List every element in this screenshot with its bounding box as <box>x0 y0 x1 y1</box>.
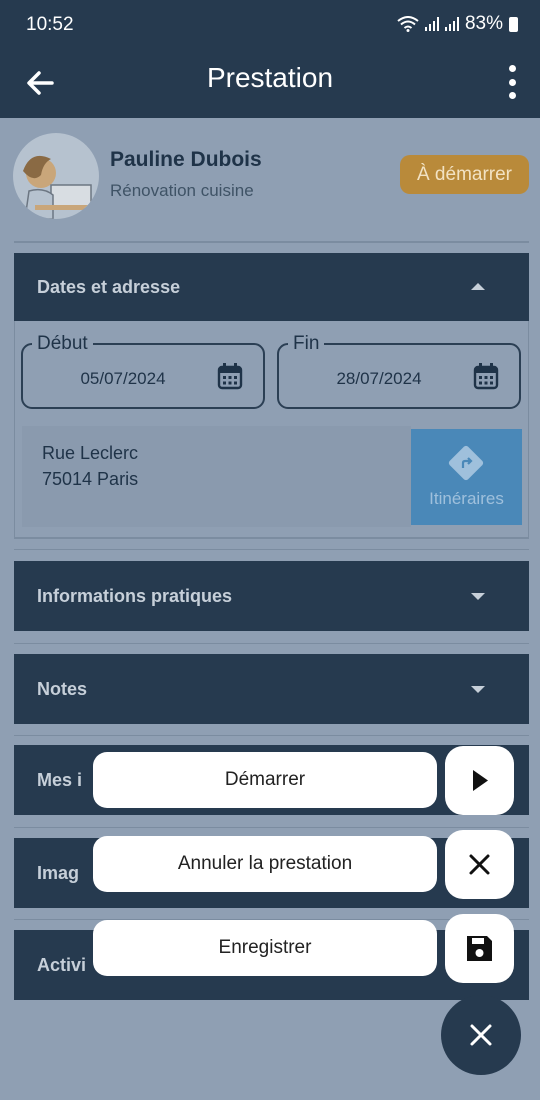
status-icons: 83% <box>397 13 518 35</box>
battery-icon <box>509 16 518 32</box>
start-date-value: 05/07/2024 <box>80 369 166 388</box>
signal-1-icon <box>424 17 439 31</box>
end-date-field[interactable]: Fin 28/07/2024 <box>277 333 521 409</box>
directions-arrow-icon <box>461 457 473 468</box>
wifi-icon <box>397 16 419 32</box>
play-button[interactable] <box>445 746 514 815</box>
section-images-title: Imag <box>37 863 80 883</box>
section-mes-title: Mes i <box>37 770 83 790</box>
status-bar: 10:52 83% <box>0 0 540 48</box>
route-label: Itinéraires <box>429 489 504 508</box>
divider <box>14 643 529 644</box>
status-time: 10:52 <box>26 14 74 35</box>
address-line-2: 75014 Paris <box>42 469 139 489</box>
calendar-icon[interactable] <box>473 363 499 390</box>
start-date-field[interactable]: Début 05/07/2024 <box>21 333 265 409</box>
divider <box>14 537 529 539</box>
calendar-icon[interactable] <box>217 363 243 390</box>
page-title: Prestation <box>206 62 334 93</box>
floppy-disk-icon <box>467 936 492 961</box>
divider <box>14 735 529 736</box>
chevron-up-icon <box>471 283 485 290</box>
section-dates-header[interactable]: Dates et adresse <box>14 253 529 321</box>
divider <box>14 549 529 550</box>
end-date-label: Fin <box>288 333 325 355</box>
cancel-button[interactable] <box>445 830 514 899</box>
status-badge: À démarrer <box>400 155 529 194</box>
avatar <box>13 133 99 219</box>
play-icon <box>473 770 488 791</box>
more-options-icon[interactable] <box>502 62 522 102</box>
chevron-down-icon <box>471 686 485 693</box>
start-date-label: Début <box>32 333 93 355</box>
client-name: Pauline Dubois <box>110 148 262 171</box>
divider <box>14 241 529 243</box>
section-notes-title: Notes <box>37 679 88 699</box>
cancel-action-button[interactable]: Annuler la prestation <box>93 836 437 892</box>
close-menu-fab[interactable] <box>441 995 521 1075</box>
section-infos-title: Informations pratiques <box>37 586 233 606</box>
app-bar: Prestation <box>0 48 540 118</box>
address-block: Rue Leclerc 75014 Paris <box>22 426 411 527</box>
job-title: Rénovation cuisine <box>110 181 254 200</box>
address-line-1: Rue Leclerc <box>42 443 139 463</box>
chevron-down-icon <box>471 593 485 600</box>
save-action-button[interactable]: Enregistrer <box>93 920 437 976</box>
section-activite-title: Activi <box>37 955 87 975</box>
divider <box>14 827 529 828</box>
end-date-value: 28/07/2024 <box>336 369 422 388</box>
close-icon <box>470 1024 492 1046</box>
section-dates-title: Dates et adresse <box>37 277 181 297</box>
section-notes-header[interactable]: Notes <box>14 654 529 724</box>
section-infos-header[interactable]: Informations pratiques <box>14 561 529 631</box>
battery-level: 83% <box>464 13 503 34</box>
route-button[interactable]: Itinéraires <box>411 429 522 525</box>
start-action-button[interactable]: Démarrer <box>93 752 437 808</box>
avatar-illustration <box>23 155 95 219</box>
signal-2-icon <box>444 17 459 31</box>
save-button[interactable] <box>445 914 514 983</box>
close-icon <box>469 854 490 875</box>
